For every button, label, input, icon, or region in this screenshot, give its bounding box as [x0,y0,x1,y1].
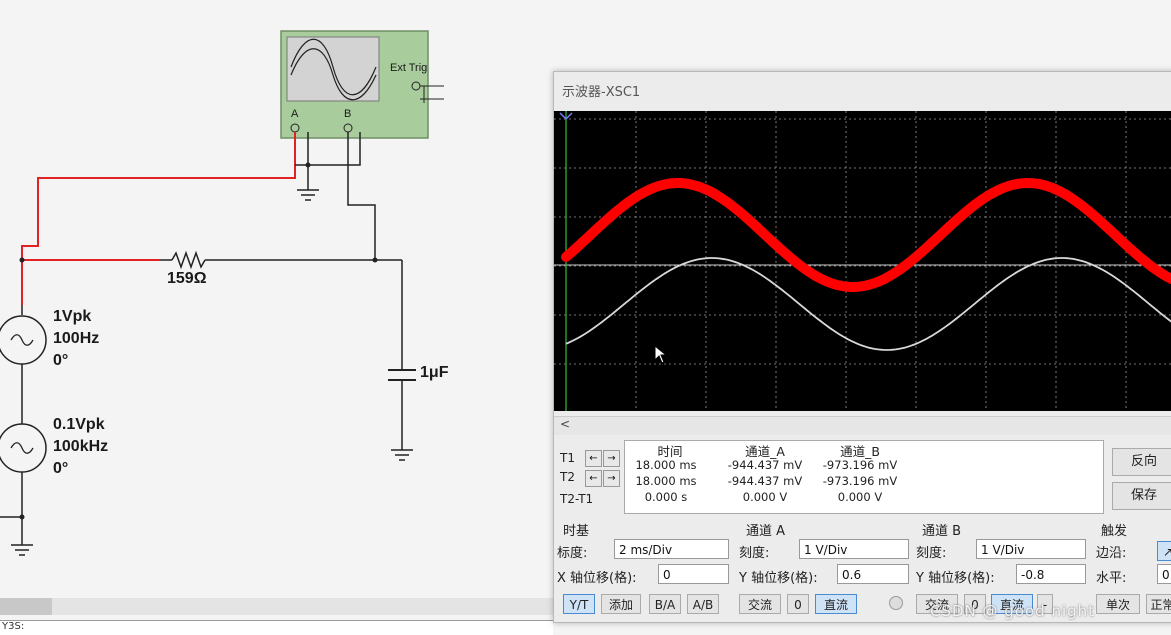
source2-amplitude: 0.1Vpk [53,416,105,433]
diff-channel-b: 0.000 V [837,490,883,504]
add-button[interactable]: 添加 [601,594,641,614]
timebase-scale-field[interactable]: 2 ms/Div [614,539,729,559]
ab-button[interactable]: A/B [687,594,719,614]
channel-a-ypos-label: Y 轴位移(格): [739,571,818,586]
source2-frequency: 100kHz [53,438,109,455]
source1-amplitude: 1Vpk [53,308,92,325]
channel-a-ypos-field[interactable]: 0.6 [837,564,909,584]
status-bar: Y3S: [0,620,553,635]
x-position-field[interactable]: 0 [658,564,729,584]
channel-b-title: 通道 B [922,524,962,539]
source1-frequency: 100Hz [53,330,100,347]
scrollbar-thumb[interactable] [0,598,52,615]
t2-left-button[interactable]: ← [585,470,602,487]
trigger-rising-edge-icon[interactable]: ↗ [1157,541,1171,561]
t2-channel-a: -944.437 mV [727,474,803,488]
cursor-readout: 时间 通道_A 通道_B 18.000 ms -944.437 mV -973.… [624,440,1104,514]
ext-trig-label: Ext Trig [390,62,428,74]
t1-time: 18.000 ms [635,458,697,472]
channel-a-scale-field[interactable]: 1 V/Div [799,539,909,559]
diff-time: 0.000 s [644,490,688,504]
diff-channel-a: 0.000 V [742,490,788,504]
channel-b-ypos-field[interactable]: -0.8 [1016,564,1086,584]
scope-screen[interactable] [554,111,1171,411]
oscilloscope-symbol[interactable] [280,30,444,139]
status-text: Y3S: [2,621,25,632]
channel-a-scale-label: 刻度: [739,546,770,561]
channel-a-radio[interactable] [889,596,903,610]
oscilloscope-window[interactable]: 示波器-XSC1 < T1 ← → T2 ← → T2-T1 时间 通道_A 通… [553,71,1171,623]
channel-a-ac-button[interactable]: 交流 [739,594,781,614]
timebase-scale-label: 标度: [557,546,588,561]
scope-scrollbar[interactable]: < [554,416,1171,435]
pin-a-label: A [291,108,299,120]
channel-b-scale-label: 刻度: [916,546,947,561]
trigger-level-label: 水平: [1096,571,1127,586]
t2-time: 18.000 ms [635,474,697,488]
save-button[interactable]: 保存 [1112,482,1171,510]
t2t1-label: T2-T1 [560,492,594,506]
channel-a-title: 通道 A [746,524,786,539]
channel-b-ypos-label: Y 轴位移(格): [916,571,995,586]
trigger-title: 触发 [1101,524,1128,539]
pin-b-label: B [344,108,352,120]
channel-a-zero-button[interactable]: 0 [787,594,809,614]
normal-button[interactable]: 正常 [1146,594,1171,614]
mouse-cursor-icon [654,345,668,364]
watermark: CSDN @ good night [930,602,1096,620]
window-title: 示波器-XSC1 [562,85,641,100]
source1-phase: 0° [53,352,69,369]
trigger-edge-label: 边沿: [1096,546,1127,561]
t1-channel-a: -944.437 mV [727,458,803,472]
channel-a-dc-button[interactable]: 直流 [815,594,857,614]
single-button[interactable]: 单次 [1096,594,1140,614]
t1-label: T1 [560,451,575,465]
t1-channel-b: -973.196 mV [822,458,898,472]
ba-button[interactable]: B/A [649,594,681,614]
capacitor-label: 1μF [420,364,449,381]
source2-phase: 0° [53,460,69,477]
t2-channel-b: -973.196 mV [822,474,898,488]
x-position-label: X 轴位移(格): [557,571,637,586]
horizontal-scrollbar[interactable] [0,598,553,615]
channel-b-scale-field[interactable]: 1 V/Div [976,539,1086,559]
resistor-label: 159Ω [167,270,207,287]
t1-left-button[interactable]: ← [585,450,602,467]
yt-button[interactable]: Y/T [563,594,595,614]
t2-label: T2 [560,470,575,484]
scroll-left-arrow[interactable]: < [560,417,570,431]
cursor-panel: T1 ← → T2 ← → T2-T1 时间 通道_A 通道_B 18.000 … [554,438,1114,514]
reverse-button[interactable]: 反向 [1112,448,1171,476]
timebase-title: 时基 [563,524,590,539]
trigger-level-field[interactable]: 0 [1157,564,1171,584]
